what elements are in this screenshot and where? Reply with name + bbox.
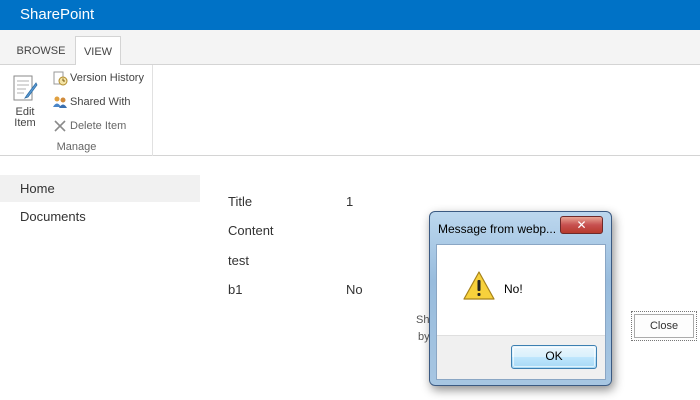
dialog-title: Message from webp... [438, 222, 557, 236]
close-icon: ✕ [576, 218, 587, 232]
title-field-label: Title [228, 194, 253, 209]
shared-with-icon [53, 96, 67, 108]
dialog-footer: OK [437, 335, 605, 379]
close-button[interactable]: Close [631, 311, 697, 341]
tab-view[interactable]: VIEW [75, 36, 121, 66]
version-history-button[interactable]: Version History [52, 70, 144, 88]
ok-button[interactable]: OK [511, 345, 597, 369]
edit-item-label-line2: Item [14, 117, 36, 129]
delete-item-label: Delete Item [70, 120, 127, 132]
footer-text-line2: by [418, 331, 430, 343]
title-field-value: 1 [346, 194, 354, 209]
ribbon: Edit Item Version History Shared With De… [0, 65, 700, 156]
manage-group-label: Manage [56, 141, 97, 153]
delete-x-icon [54, 120, 66, 132]
content-field-label: Content [228, 223, 274, 238]
shared-with-button[interactable]: Shared With [52, 94, 131, 112]
shared-with-label: Shared With [70, 96, 131, 108]
manage-group: Edit Item Version History Shared With De… [0, 65, 153, 156]
b1-field-value: No [346, 282, 363, 297]
nav-item-home[interactable]: Home [0, 175, 200, 202]
b1-field-label: b1 [228, 282, 243, 297]
dialog-message: No! [504, 282, 523, 296]
edit-document-icon [13, 75, 38, 101]
brand-link[interactable]: SharePoint [20, 6, 94, 23]
dialog-body: No! OK [436, 244, 606, 380]
warning-icon [463, 271, 495, 300]
footer-text-line1: Sh [416, 314, 430, 326]
message-dialog: Message from webp... ✕ No! OK [429, 211, 612, 386]
suite-bar: SharePoint [0, 0, 700, 30]
nav-item-documents[interactable]: Documents [0, 203, 200, 230]
version-history-icon [53, 71, 68, 86]
content-field-value: test [228, 253, 249, 268]
delete-item-button[interactable]: Delete Item [52, 118, 126, 136]
ribbon-tabs: BROWSE VIEW [0, 30, 700, 66]
edit-item-button[interactable]: Edit Item [6, 73, 44, 133]
version-history-label: Version History [70, 72, 144, 84]
dialog-close-button[interactable]: ✕ [560, 216, 603, 234]
tab-browse[interactable]: BROWSE [12, 36, 70, 65]
